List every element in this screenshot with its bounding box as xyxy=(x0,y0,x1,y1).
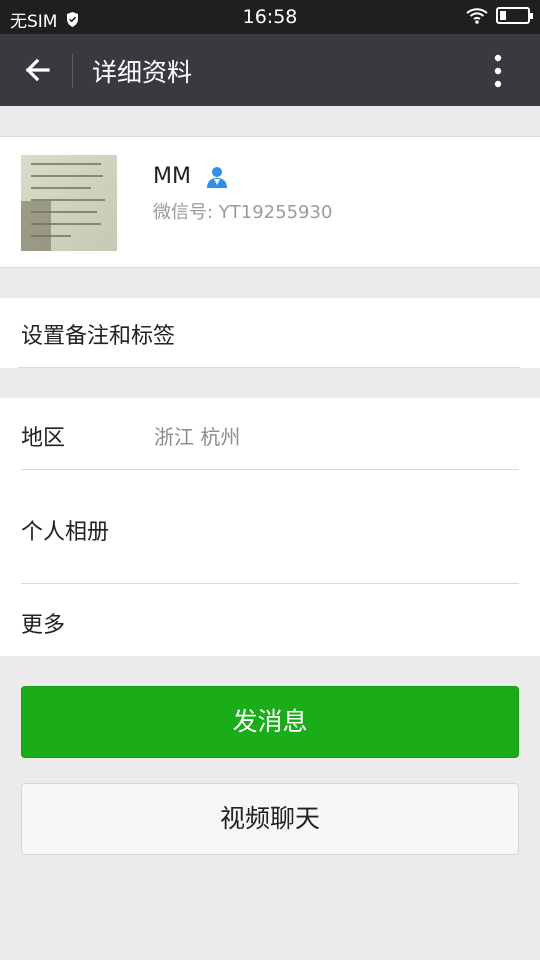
status-time: 16:58 xyxy=(242,6,298,28)
avatar-handwriting-line xyxy=(31,223,101,225)
back-button[interactable] xyxy=(20,52,56,88)
avatar-handwriting-line xyxy=(31,235,71,237)
row-divider xyxy=(18,367,520,368)
remark-tag-row[interactable]: 设置备注和标签 xyxy=(0,298,540,368)
wechat-id: 微信号: YT19255930 xyxy=(153,202,333,223)
region-label: 地区 xyxy=(21,426,66,451)
avatar-handwriting-line xyxy=(31,163,101,165)
avatar-handwriting-line xyxy=(31,211,97,213)
app-bar: 详细资料 xyxy=(0,34,540,106)
avatar-handwriting-line xyxy=(31,187,91,189)
region-value: 浙江 杭州 xyxy=(154,425,241,449)
more-row[interactable]: 更多 xyxy=(21,607,65,639)
status-right xyxy=(466,7,533,24)
row-divider xyxy=(21,583,519,584)
personal-album-row[interactable]: 个人相册 xyxy=(21,514,109,546)
contact-name: MM xyxy=(153,164,191,189)
contact-person-icon xyxy=(207,167,227,188)
status-bar: 无SIM 16:58 xyxy=(0,0,540,34)
avatar-handwriting-line xyxy=(31,199,105,201)
avatar-handwriting-line xyxy=(31,175,103,177)
avatar[interactable] xyxy=(21,155,117,251)
wifi-icon xyxy=(466,8,488,24)
avatar-shadow xyxy=(21,201,51,251)
send-message-button[interactable]: 发消息 xyxy=(21,686,519,758)
page-title: 详细资料 xyxy=(92,58,193,87)
video-chat-button[interactable]: 视频聊天 xyxy=(21,783,519,855)
row-divider xyxy=(21,469,519,470)
header-divider xyxy=(72,54,73,88)
remark-tag-label: 设置备注和标签 xyxy=(21,324,176,349)
profile-info-section: 地区 浙江 杭州 个人相册 更多 xyxy=(0,398,540,656)
battery-icon xyxy=(496,7,533,24)
profile-card: MM 微信号: YT19255930 xyxy=(0,136,540,268)
more-options-button[interactable] xyxy=(482,52,514,90)
